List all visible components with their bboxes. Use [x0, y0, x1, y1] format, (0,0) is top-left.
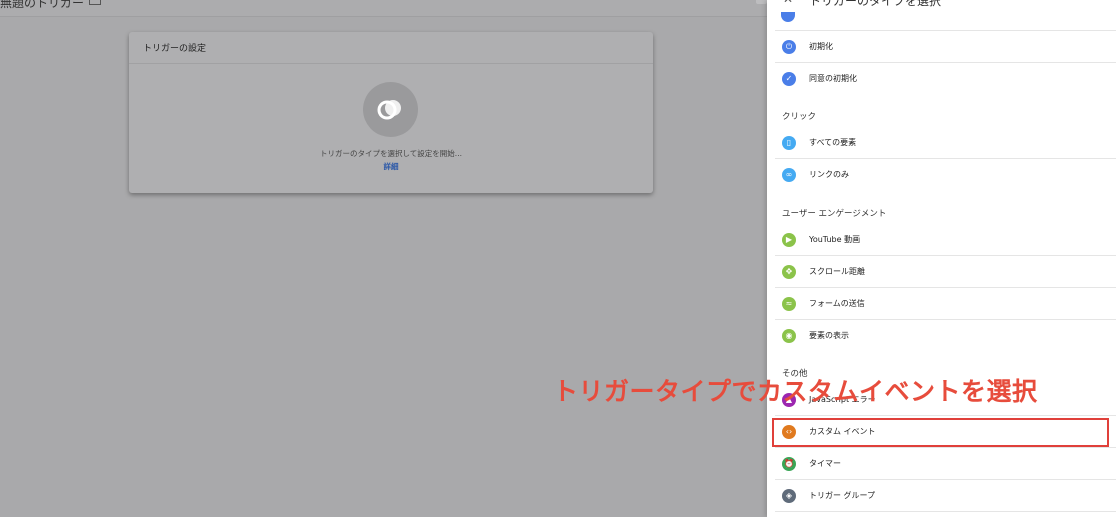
trigger-type-just-links[interactable]: ∞ リンクのみ — [775, 159, 1116, 191]
section-user-engagement: ユーザー エンゲージメント — [782, 209, 887, 219]
close-icon[interactable]: ✕ — [783, 0, 793, 6]
trigger-type-label: タイマー — [809, 459, 841, 468]
panel-title: トリガーのタイプを選択 — [809, 0, 942, 8]
trigger-type-all-elements[interactable]: ▯ すべての要素 — [775, 127, 1116, 159]
trigger-type-label: 要素の表示 — [809, 331, 849, 340]
consent-icon: ✓ — [782, 72, 796, 86]
folder-icon[interactable] — [89, 0, 101, 5]
trigger-type-label: スクロール距離 — [809, 267, 865, 276]
trigger-type-form-submission[interactable]: ≈ フォームの送信 — [775, 288, 1116, 320]
trigger-type-label: フォームの送信 — [809, 299, 865, 308]
eye-icon: ◉ — [782, 329, 796, 343]
editor-topbar: 無題のトリガー — [0, 0, 767, 17]
scroll-icon: ✥ — [782, 265, 796, 279]
trigger-config-card[interactable]: トリガーの設定 トリガーのタイプを選択して設定を開始... 詳細 — [129, 32, 653, 193]
trigger-type-trigger-group[interactable]: ◈ トリガー グループ — [775, 480, 1116, 512]
card-hint: トリガーのタイプを選択して設定を開始... — [320, 149, 462, 158]
trigger-type-label: YouTube 動画 — [809, 235, 861, 244]
cut-off-item-icon — [781, 12, 795, 22]
save-button[interactable] — [756, 0, 767, 4]
trigger-type-label: 初期化 — [809, 42, 833, 51]
section-click: クリック — [782, 112, 817, 122]
trigger-type-scroll-depth[interactable]: ✥ スクロール距離 — [775, 256, 1116, 288]
trigger-type-label: リンクのみ — [809, 170, 849, 179]
trigger-type-timer[interactable]: ⏰ タイマー — [775, 448, 1116, 480]
trigger-name[interactable]: 無題のトリガー — [0, 0, 84, 11]
trigger-type-label: 同意の初期化 — [809, 74, 857, 83]
trigger-type-youtube-video[interactable]: ▶ YouTube 動画 — [775, 224, 1116, 256]
power-icon: ⏻ — [782, 40, 796, 54]
trigger-type-consent-initialization[interactable]: ✓ 同意の初期化 — [775, 63, 1116, 95]
play-icon: ▶ — [782, 233, 796, 247]
trigger-type-initialization[interactable]: ⏻ 初期化 — [775, 31, 1116, 63]
trigger-placeholder-icon[interactable] — [363, 82, 418, 137]
annotation-caption: トリガータイプでカスタムイベントを選択 — [553, 377, 1038, 406]
timer-icon: ⏰ — [782, 457, 796, 471]
trigger-type-label: すべての要素 — [809, 138, 857, 147]
form-icon: ≈ — [782, 297, 796, 311]
link-icon: ∞ — [782, 168, 796, 182]
trigger-type-label: トリガー グループ — [809, 491, 876, 500]
details-link[interactable]: 詳細 — [129, 161, 653, 172]
trigger-type-element-visibility[interactable]: ◉ 要素の表示 — [775, 320, 1116, 352]
card-title: トリガーの設定 — [129, 32, 653, 64]
custom-event-highlight-box — [772, 418, 1109, 447]
mouse-icon: ▯ — [782, 136, 796, 150]
group-icon: ◈ — [782, 489, 796, 503]
